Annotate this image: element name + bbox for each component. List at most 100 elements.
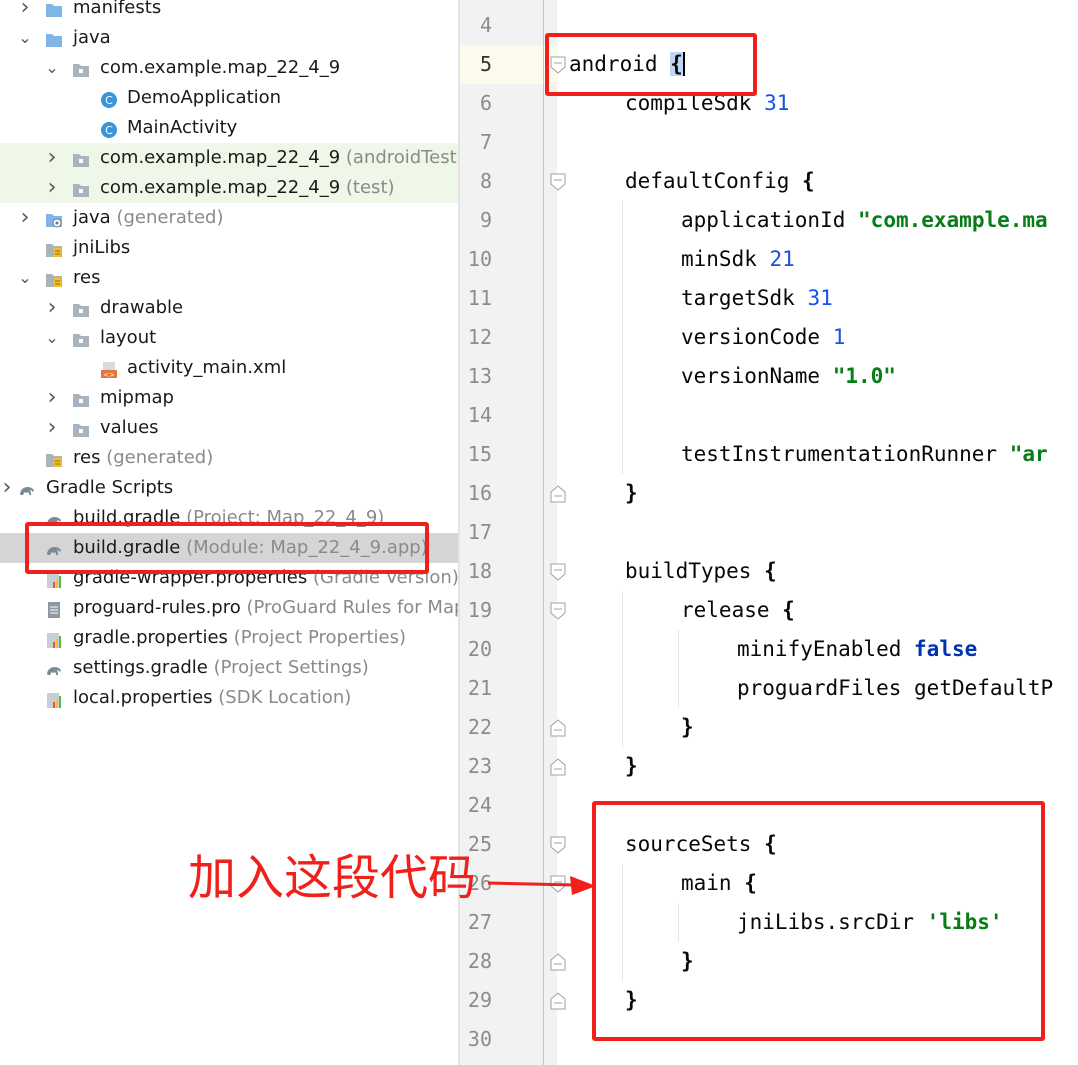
fold-close-icon[interactable]	[550, 485, 566, 503]
tree-item[interactable]: › Gradle Scripts	[0, 473, 458, 503]
line-number: 4	[479, 13, 492, 37]
tree-item-label: local.properties (SDK Location)	[73, 683, 351, 713]
tree-item[interactable]: proguard-rules.pro (ProGuard Rules for M…	[0, 593, 458, 623]
tree-item[interactable]: › com.example.map_22_4_9 (test)	[0, 173, 458, 203]
code-number: 31	[764, 91, 790, 115]
expand-arrow-icon[interactable]: ›	[45, 413, 59, 443]
fold-open-icon[interactable]	[550, 875, 566, 893]
highlight-box-module-build-gradle	[25, 522, 429, 574]
line-number: 20	[467, 637, 492, 661]
tree-item[interactable]: › java (generated)	[0, 203, 458, 233]
tree-item-name: values	[100, 417, 159, 438]
code-line-12: versionCode 1	[681, 318, 845, 357]
tree-item[interactable]: ⌄ com.example.map_22_4_9	[0, 53, 458, 83]
tree-item-label: java	[73, 23, 111, 53]
fold-open-icon[interactable]	[550, 173, 566, 191]
fold-close-icon[interactable]	[550, 953, 566, 971]
tree-item-hint: (generated)	[116, 207, 224, 228]
tree-item-label: gradle.properties (Project Properties)	[73, 623, 406, 653]
properties-file-icon	[45, 689, 63, 708]
expand-arrow-icon[interactable]: ›	[18, 203, 32, 233]
fold-open-icon[interactable]	[550, 836, 566, 854]
tree-item-hint: (Project Properties)	[233, 627, 406, 648]
code-identifier: minSdk	[681, 247, 757, 271]
folder-icon	[72, 299, 90, 317]
tree-item-name: manifests	[73, 0, 162, 18]
expand-arrow-icon[interactable]: ›	[45, 173, 59, 203]
tree-item[interactable]: jniLibs	[0, 233, 458, 263]
svg-text:C: C	[105, 124, 113, 137]
code-line-15: testInstrumentationRunner "ar	[681, 435, 1048, 474]
code-identifier: proguardFiles	[737, 676, 902, 700]
gradle-icon	[18, 479, 36, 497]
line-number: 5	[479, 52, 492, 76]
line-number: 21	[467, 676, 492, 700]
tree-item-hint: (Project Settings)	[213, 657, 369, 678]
expand-arrow-icon[interactable]: ›	[45, 143, 59, 173]
code-string: "ar	[1009, 442, 1048, 466]
line-number: 17	[467, 520, 492, 544]
tree-item[interactable]: C DemoApplication	[0, 83, 458, 113]
line-number: 16	[467, 481, 492, 505]
code-identifier: testInstrumentationRunner	[681, 442, 998, 466]
line-number: 15	[467, 442, 492, 466]
tree-item[interactable]: local.properties (SDK Location)	[0, 683, 458, 713]
fold-open-icon[interactable]	[550, 563, 566, 581]
line-number: 22	[467, 715, 492, 739]
line-number: 30	[467, 1027, 492, 1051]
expand-arrow-icon[interactable]: ›	[45, 293, 59, 323]
tree-item[interactable]: › manifests	[0, 0, 458, 23]
tree-item[interactable]: <> activity_main.xml	[0, 353, 458, 383]
folder-icon	[72, 419, 90, 437]
fold-open-icon[interactable]	[550, 602, 566, 620]
tree-item-label: mipmap	[100, 383, 174, 413]
collapse-arrow-icon[interactable]: ⌄	[45, 323, 59, 353]
package-icon	[72, 179, 90, 197]
tree-item-name: jniLibs	[73, 237, 131, 258]
fold-close-icon[interactable]	[550, 992, 566, 1010]
tree-item[interactable]: › com.example.map_22_4_9 (androidTest)	[0, 143, 458, 173]
tree-item-label: proguard-rules.pro (ProGuard Rules for M…	[73, 593, 458, 623]
library-folder-icon	[45, 449, 63, 467]
expand-arrow-icon[interactable]: ›	[45, 383, 59, 413]
folder-icon	[72, 329, 90, 347]
tree-item[interactable]: ⌄ java	[0, 23, 458, 53]
collapse-arrow-icon[interactable]: ⌄	[18, 23, 32, 53]
expand-arrow-icon[interactable]: ›	[18, 0, 32, 23]
code-line-8: defaultConfig {	[625, 162, 815, 201]
tree-item-label: jniLibs	[73, 233, 130, 263]
fold-close-icon[interactable]	[550, 758, 566, 776]
code-line-9: applicationId "com.example.ma	[681, 201, 1048, 240]
svg-text:C: C	[105, 94, 113, 107]
tree-item-hint: (test)	[345, 177, 395, 198]
tree-item-label: settings.gradle (Project Settings)	[73, 653, 369, 683]
fold-close-icon[interactable]	[550, 719, 566, 737]
tree-item-name: local.properties	[73, 687, 213, 708]
indent-guide	[622, 201, 623, 474]
tree-item-name: Gradle Scripts	[46, 477, 174, 498]
tree-item[interactable]: ⌄ res	[0, 263, 458, 293]
expand-arrow-icon[interactable]: ›	[0, 473, 14, 503]
collapse-arrow-icon[interactable]: ⌄	[18, 263, 32, 293]
tree-item[interactable]: C MainActivity	[0, 113, 458, 143]
tree-item[interactable]: gradle.properties (Project Properties)	[0, 623, 458, 653]
tree-item-name: java	[73, 27, 111, 48]
class-icon: C	[100, 89, 118, 108]
collapse-arrow-icon[interactable]: ⌄	[45, 53, 59, 83]
tree-item-hint: (ProGuard Rules for Map_	[246, 597, 458, 618]
svg-text:<>: <>	[103, 371, 115, 379]
tree-item-label: res (generated)	[73, 443, 213, 473]
line-number: 10	[467, 247, 492, 271]
tree-item[interactable]: › mipmap	[0, 383, 458, 413]
tree-item-name: mipmap	[100, 387, 174, 408]
tree-item[interactable]: settings.gradle (Project Settings)	[0, 653, 458, 683]
tree-item[interactable]: › values	[0, 413, 458, 443]
line-number: 27	[467, 910, 492, 934]
tree-item-name: DemoApplication	[127, 87, 282, 108]
tree-item[interactable]: res (generated)	[0, 443, 458, 473]
tree-item-label: com.example.map_22_4_9	[100, 53, 340, 83]
package-icon	[72, 59, 90, 77]
tree-item[interactable]: ⌄ layout	[0, 323, 458, 353]
code-line-11: targetSdk 31	[681, 279, 833, 318]
tree-item[interactable]: › drawable	[0, 293, 458, 323]
